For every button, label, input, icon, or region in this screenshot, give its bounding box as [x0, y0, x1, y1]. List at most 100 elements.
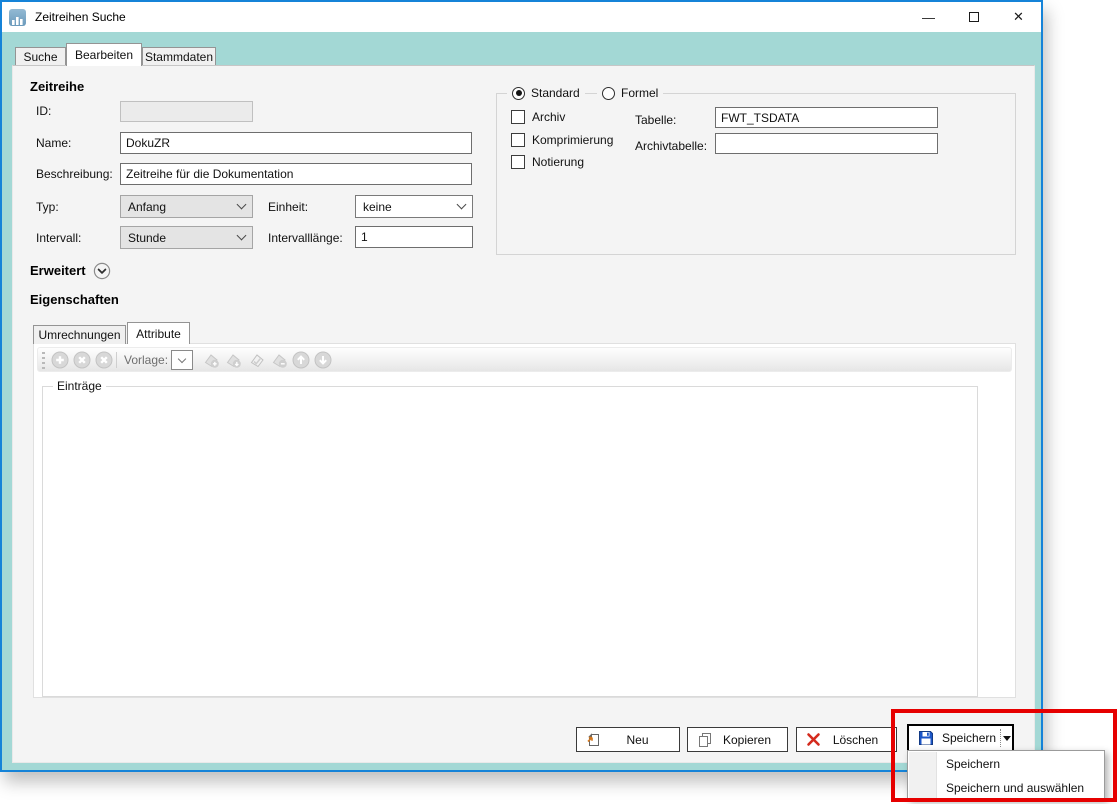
minimize-button[interactable]: —	[906, 2, 951, 32]
archivtabelle-field[interactable]	[715, 133, 938, 154]
maximize-button[interactable]	[951, 2, 996, 32]
window-title: Zeitreihen Suche	[35, 10, 126, 24]
intervall-dropdown[interactable]: Stunde	[120, 226, 253, 249]
beschreibung-field[interactable]	[120, 163, 472, 185]
tab-bearbeiten-label: Bearbeiten	[75, 48, 133, 62]
name-field[interactable]	[120, 132, 472, 154]
move-up-icon[interactable]	[292, 351, 310, 369]
expand-chevron-icon[interactable]	[93, 262, 111, 280]
checkbox-archiv-label: Archiv	[532, 110, 565, 124]
maximize-icon	[969, 12, 979, 22]
id-label: ID:	[36, 104, 51, 118]
eintraege-groupbox: Einträge	[42, 386, 978, 697]
tab-umrechnungen[interactable]: Umrechnungen	[33, 325, 126, 344]
add-entry-icon[interactable]	[51, 351, 69, 369]
intervall-label: Intervall:	[36, 231, 81, 245]
copy-icon	[697, 732, 713, 748]
speichern-button-label: Speichern	[942, 731, 996, 745]
loeschen-button[interactable]: Löschen	[796, 727, 897, 752]
template-remove-icon[interactable]	[270, 351, 288, 369]
chevron-down-icon	[457, 200, 467, 210]
typ-dropdown[interactable]: Anfang	[120, 195, 253, 218]
minimize-icon: —	[922, 10, 935, 25]
eigenschaften-heading: Eigenschaften	[30, 292, 119, 307]
menu-item-speichern[interactable]: Speichern	[938, 752, 1102, 776]
tab-stammdaten-label: Stammdaten	[145, 50, 213, 64]
intervalllaenge-field[interactable]	[355, 226, 473, 248]
title-bar: Zeitreihen Suche — ✕	[2, 2, 1041, 32]
attribute-toolbar: Vorlage:	[37, 347, 1012, 372]
intervall-value: Stunde	[128, 231, 166, 245]
tab-suche[interactable]: Suche	[15, 47, 66, 66]
vorlage-label: Vorlage:	[124, 353, 168, 367]
checkbox-komprimierung-label: Komprimierung	[532, 133, 613, 147]
new-document-icon	[586, 732, 602, 748]
speichern-dropdown-menu: Speichern Speichern und auswählen	[907, 750, 1105, 800]
template-edit-icon[interactable]	[248, 351, 266, 369]
intervalllaenge-label: Intervalllänge:	[268, 231, 343, 245]
radio-formel-label: Formel	[621, 86, 658, 100]
tabelle-field[interactable]	[715, 107, 938, 128]
tab-suche-label: Suche	[23, 50, 57, 64]
radio-unchecked-icon	[602, 87, 615, 100]
einheit-label: Einheit:	[268, 200, 308, 214]
typ-label: Typ:	[36, 200, 59, 214]
checkbox-archiv[interactable]: Archiv	[511, 110, 565, 124]
radio-checked-icon	[512, 87, 525, 100]
neu-button[interactable]: Neu	[576, 727, 680, 752]
einheit-dropdown[interactable]: keine	[355, 195, 473, 218]
kopieren-button[interactable]: Kopieren	[687, 727, 788, 752]
move-down-icon[interactable]	[314, 351, 332, 369]
screenshot-root: { "window": { "title": "Zeitreihen Suche…	[0, 0, 1118, 804]
checkbox-notierung-label: Notierung	[532, 155, 584, 169]
zeitreihe-heading: Zeitreihe	[30, 79, 84, 94]
close-icon: ✕	[1013, 9, 1024, 25]
einheit-value: keine	[363, 200, 392, 214]
chevron-down-icon	[178, 355, 186, 363]
close-button[interactable]: ✕	[996, 2, 1041, 32]
beschreibung-label: Beschreibung:	[36, 167, 113, 181]
tab-attribute[interactable]: Attribute	[127, 322, 190, 344]
delete-x-icon	[806, 732, 821, 747]
checkbox-icon	[511, 110, 525, 124]
menu-item-speichern-und-auswaehlen[interactable]: Speichern und auswählen	[938, 776, 1102, 800]
id-field	[120, 101, 253, 122]
erweitert-heading: Erweitert	[30, 263, 86, 278]
tab-bearbeiten[interactable]: Bearbeiten	[66, 43, 142, 66]
tab-umrechnungen-label: Umrechnungen	[38, 328, 120, 342]
checkbox-notierung[interactable]: Notierung	[511, 155, 584, 169]
radio-standard[interactable]: Standard	[507, 86, 585, 100]
radio-formel[interactable]: Formel	[597, 86, 663, 100]
chevron-down-icon	[237, 200, 247, 210]
save-floppy-icon	[918, 730, 934, 746]
tab-attribute-label: Attribute	[136, 327, 181, 341]
attribute-tab-card: Vorlage:	[33, 343, 1016, 698]
app-window: Zeitreihen Suche — ✕ Suche Bearbeiten St…	[0, 0, 1043, 772]
triangle-down-icon	[1003, 736, 1011, 741]
window-controls: — ✕	[906, 2, 1041, 32]
eintraege-heading: Einträge	[53, 379, 106, 393]
template-add-icon[interactable]	[202, 351, 220, 369]
bar-chart-icon	[11, 15, 24, 26]
typ-value: Anfang	[128, 200, 166, 214]
speichern-button[interactable]: Speichern	[907, 724, 1014, 752]
remove-entry-icon[interactable]	[73, 351, 91, 369]
neu-button-label: Neu	[610, 733, 665, 747]
kopieren-button-label: Kopieren	[721, 733, 773, 747]
tab-stammdaten[interactable]: Stammdaten	[142, 47, 216, 66]
chevron-down-icon	[237, 231, 247, 241]
tabelle-label: Tabelle:	[635, 113, 676, 127]
bearbeiten-tab-page: Zeitreihe ID: Name: Beschreibung: Typ: A…	[12, 65, 1035, 763]
radio-standard-label: Standard	[531, 86, 580, 100]
remove-all-entries-icon[interactable]	[95, 351, 113, 369]
loeschen-button-label: Löschen	[829, 733, 882, 747]
checkbox-komprimierung[interactable]: Komprimierung	[511, 133, 613, 147]
toolbar-grip-icon[interactable]	[42, 352, 45, 369]
name-label: Name:	[36, 136, 71, 150]
vorlage-dropdown[interactable]	[171, 350, 193, 370]
checkbox-icon	[511, 155, 525, 169]
template-apply-icon[interactable]	[224, 351, 242, 369]
app-icon	[9, 9, 26, 26]
speichern-dropdown-arrow[interactable]	[1001, 736, 1012, 741]
toolbar-separator	[116, 352, 117, 368]
